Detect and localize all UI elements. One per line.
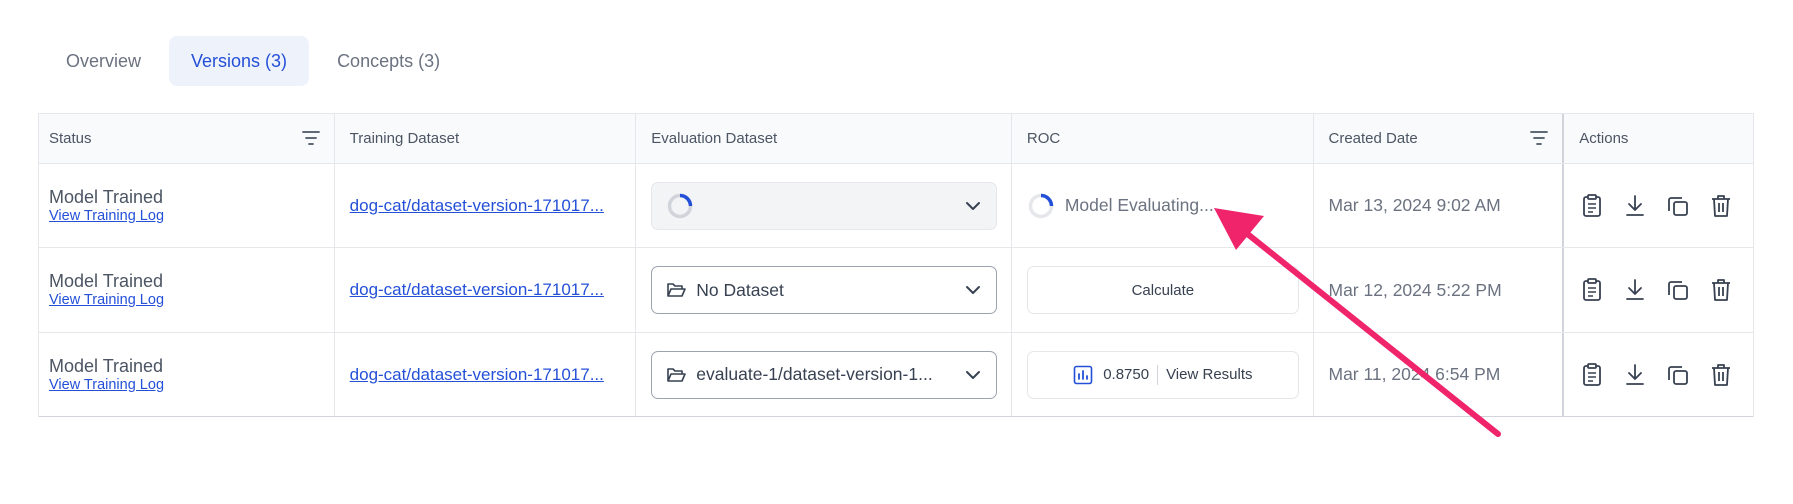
tab-overview[interactable]: Overview <box>44 36 163 86</box>
chevron-down-icon <box>966 286 981 294</box>
view-training-log-link[interactable]: View Training Log <box>49 292 164 309</box>
column-header-training: Training Dataset <box>335 114 637 163</box>
calculate-button[interactable]: Calculate <box>1026 266 1299 314</box>
table-row: Model Trained View Training Log dog-cat/… <box>39 333 1753 417</box>
table-row: Model Trained View Training Log dog-cat/… <box>39 248 1753 333</box>
status-wrap: Model Trained View Training Log <box>49 271 164 309</box>
column-label-status: Status <box>49 130 92 147</box>
status-cell: Model Trained View Training Log <box>39 248 335 332</box>
roc-cell: Model Evaluating... <box>1012 164 1314 247</box>
created-date-cell: Mar 11, 2024 6:54 PM <box>1314 333 1565 416</box>
row-actions <box>1579 362 1734 388</box>
roc-evaluating: Model Evaluating... <box>1027 192 1214 220</box>
status-cell: Model Trained View Training Log <box>39 333 335 416</box>
created-date: Mar 12, 2024 5:22 PM <box>1328 279 1502 300</box>
bar-chart-icon <box>1073 365 1093 384</box>
clipboard-icon[interactable] <box>1579 193 1605 219</box>
clipboard-icon[interactable] <box>1579 277 1605 303</box>
created-date: Mar 13, 2024 9:02 AM <box>1328 195 1501 215</box>
view-training-log-link[interactable]: View Training Log <box>49 377 164 394</box>
folder-open-icon <box>667 283 687 297</box>
versions-table: Status Training Dataset Evaluation Datas… <box>38 113 1754 417</box>
copy-icon[interactable] <box>1665 362 1691 388</box>
training-dataset-cell: dog-cat/dataset-version-171017... <box>335 164 637 247</box>
separator <box>1157 364 1159 385</box>
copy-icon[interactable] <box>1665 277 1691 303</box>
row-actions <box>1579 193 1734 219</box>
status-text: Model Trained <box>49 186 164 207</box>
created-date: Mar 11, 2024 6:54 PM <box>1328 364 1501 384</box>
evaluation-dataset-value: evaluate-1/dataset-version-1... <box>696 364 933 384</box>
download-icon[interactable] <box>1622 362 1648 388</box>
filter-icon[interactable] <box>1530 130 1549 146</box>
evaluation-dataset-select[interactable]: evaluate-1/dataset-version-1... <box>651 350 998 399</box>
trash-icon[interactable] <box>1708 193 1734 219</box>
folder-open-icon <box>667 367 687 382</box>
column-label-evaluation: Evaluation Dataset <box>651 130 778 147</box>
evaluation-dataset-cell: evaluate-1/dataset-version-1... <box>636 333 1012 416</box>
tab-versions[interactable]: Versions (3) <box>169 36 310 86</box>
status-text: Model Trained <box>49 355 164 376</box>
copy-icon[interactable] <box>1665 193 1691 219</box>
column-header-roc: ROC <box>1012 114 1314 163</box>
status-wrap: Model Trained View Training Log <box>49 187 164 225</box>
created-date-cell: Mar 13, 2024 9:02 AM <box>1314 164 1565 247</box>
table-header: Status Training Dataset Evaluation Datas… <box>39 114 1753 164</box>
roc-cell: 0.8750 View Results <box>1012 333 1314 416</box>
column-label-roc: ROC <box>1026 130 1061 147</box>
evaluation-dataset-value: No Dataset <box>696 279 784 300</box>
roc-status-text: Model Evaluating... <box>1064 195 1214 215</box>
filter-icon[interactable] <box>301 130 320 146</box>
status-cell: Model Trained View Training Log <box>39 164 335 247</box>
chevron-down-icon <box>966 201 981 210</box>
column-label-actions: Actions <box>1579 130 1629 147</box>
evaluation-dataset-cell: No Dataset <box>636 248 1012 332</box>
loading-spinner-icon <box>668 193 693 218</box>
roc-score: 0.8750 <box>1103 366 1150 383</box>
calculate-button-label: Calculate <box>1131 281 1195 299</box>
view-results-button[interactable]: 0.8750 View Results <box>1026 350 1299 399</box>
clipboard-icon[interactable] <box>1579 362 1605 388</box>
loading-spinner-icon <box>1028 193 1054 218</box>
evaluation-dataset-select[interactable] <box>651 181 998 230</box>
row-actions <box>1579 277 1734 303</box>
column-header-actions: Actions <box>1564 114 1753 163</box>
download-icon[interactable] <box>1622 277 1648 303</box>
column-label-created: Created Date <box>1328 130 1418 147</box>
download-icon[interactable] <box>1622 193 1648 219</box>
training-dataset-cell: dog-cat/dataset-version-171017... <box>335 248 637 332</box>
table-row: Model Trained View Training Log dog-cat/… <box>39 164 1753 248</box>
tab-bar: Overview Versions (3) Concepts (3) <box>44 36 462 86</box>
tab-concepts[interactable]: Concepts (3) <box>315 36 462 86</box>
view-training-log-link[interactable]: View Training Log <box>49 208 164 225</box>
trash-icon[interactable] <box>1708 277 1734 303</box>
column-label-training: Training Dataset <box>349 130 460 147</box>
chevron-down-icon <box>966 370 981 379</box>
actions-cell <box>1564 333 1753 416</box>
roc-cell: Calculate <box>1012 248 1314 332</box>
evaluation-dataset-select[interactable]: No Dataset <box>651 266 998 314</box>
column-header-evaluation: Evaluation Dataset <box>636 114 1012 163</box>
column-header-status: Status <box>39 114 335 163</box>
training-dataset-cell: dog-cat/dataset-version-171017... <box>335 333 637 416</box>
status-text: Model Trained <box>49 271 164 291</box>
trash-icon[interactable] <box>1708 362 1734 388</box>
evaluation-dataset-cell <box>636 164 1012 247</box>
training-dataset-link[interactable]: dog-cat/dataset-version-171017... <box>350 196 604 216</box>
status-wrap: Model Trained View Training Log <box>49 356 164 394</box>
training-dataset-link[interactable]: dog-cat/dataset-version-171017... <box>350 280 604 300</box>
training-dataset-link[interactable]: dog-cat/dataset-version-171017... <box>350 365 604 385</box>
column-header-created: Created Date <box>1314 114 1565 163</box>
actions-cell <box>1564 248 1753 332</box>
created-date-cell: Mar 12, 2024 5:22 PM <box>1314 248 1565 332</box>
view-results-label: View Results <box>1166 366 1253 383</box>
actions-cell <box>1564 164 1753 247</box>
